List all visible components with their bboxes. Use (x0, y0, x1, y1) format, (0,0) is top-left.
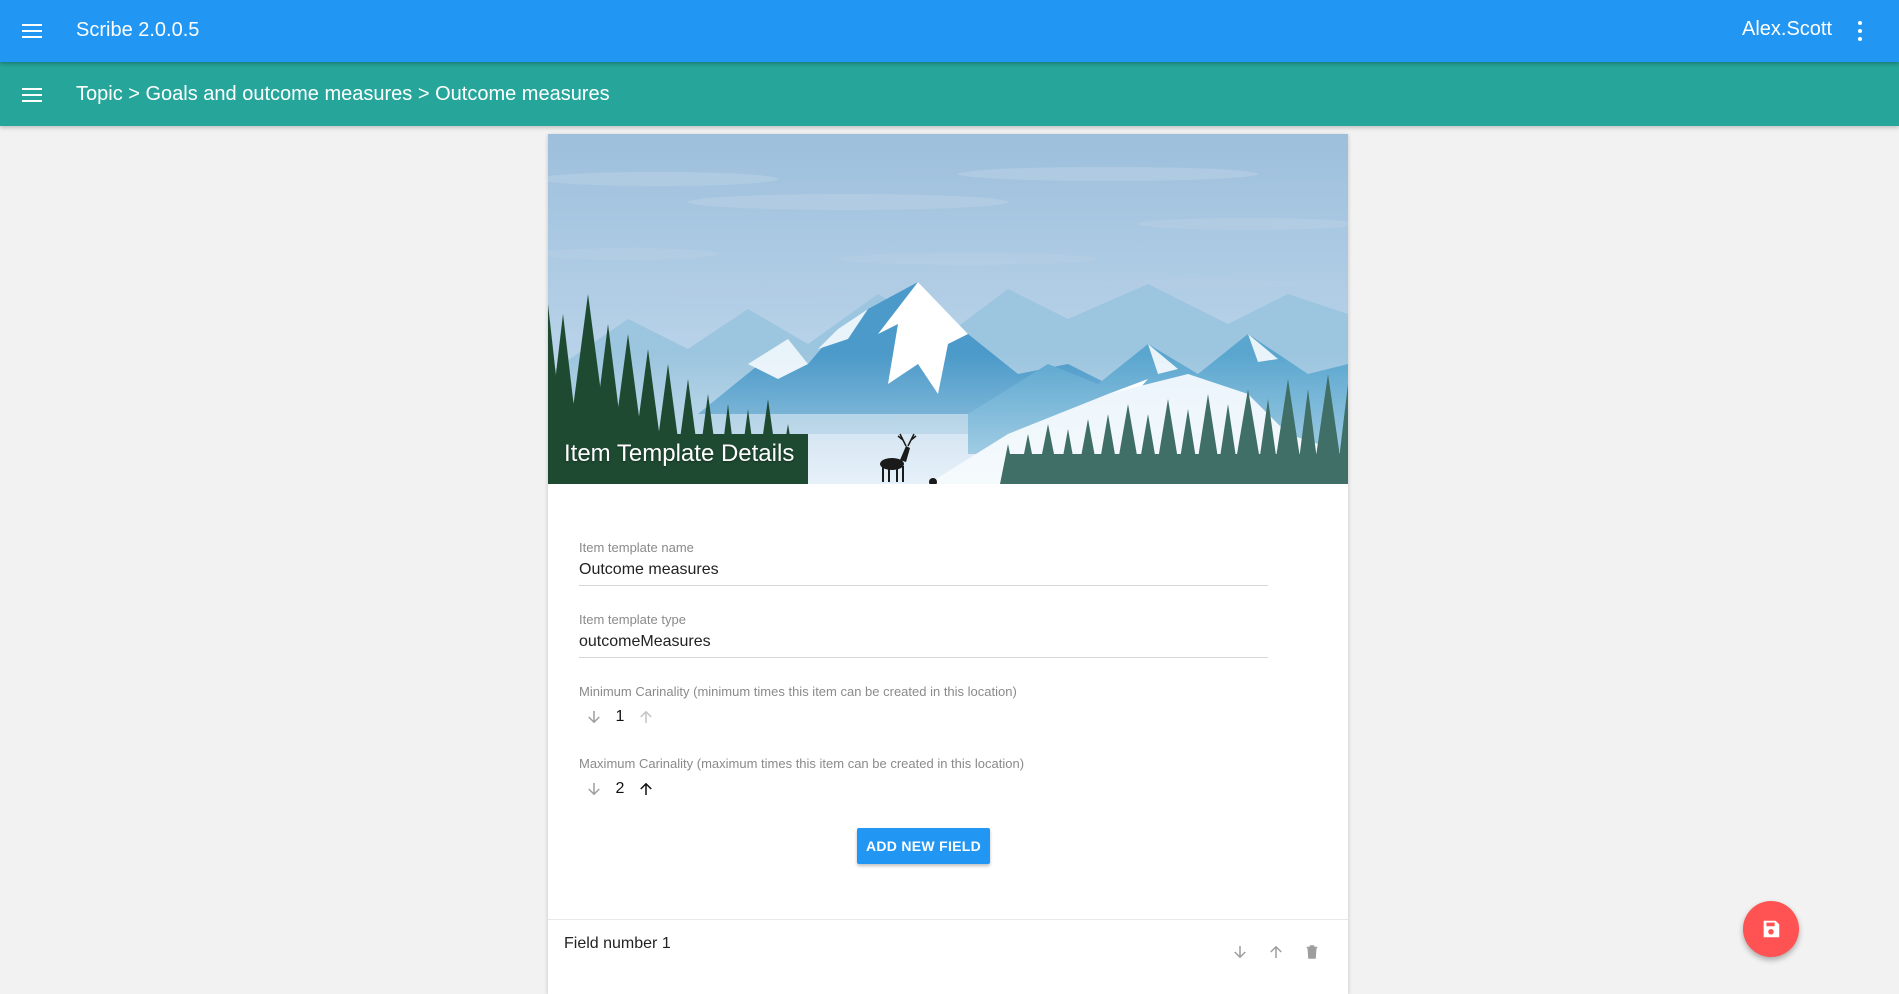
field-row-title: Field number 1 (564, 935, 671, 952)
divider (548, 919, 1348, 920)
item-template-card: Item Template Details Item template name… (548, 134, 1348, 994)
item-template-name-input[interactable] (579, 557, 1268, 586)
menu-icon[interactable] (17, 16, 47, 46)
more-vert-icon[interactable] (1850, 18, 1870, 44)
minimum-cardinality-value: 1 (615, 708, 625, 725)
item-template-type-input[interactable] (579, 629, 1268, 658)
arrow-down-icon[interactable] (1228, 940, 1252, 964)
field-row-actions (1228, 940, 1324, 964)
topic-menu-icon[interactable] (17, 80, 47, 110)
breadcrumb-bar: Topic > Goals and outcome measures > Out… (0, 62, 1899, 126)
save-button[interactable] (1743, 901, 1799, 957)
mountain-illustration (548, 134, 1348, 484)
item-template-name-label: Item template name (579, 540, 694, 555)
maximum-cardinality-label: Maximum Carinality (maximum times this i… (579, 756, 1025, 771)
minimum-cardinality-label: Minimum Carinality (minimum times this i… (579, 684, 1017, 699)
card-title: Item Template Details (564, 440, 795, 467)
maximum-cardinality-value: 2 (615, 780, 625, 797)
item-template-name-field: Item template name (579, 540, 1268, 586)
maximum-cardinality-stepper: 2 (582, 777, 658, 801)
user-name[interactable]: Alex.Scott (1742, 18, 1832, 41)
arrow-up-icon[interactable] (1264, 940, 1288, 964)
save-icon (1763, 920, 1780, 938)
mountain-header-image: Item Template Details (548, 134, 1348, 484)
app-bar: Scribe 2.0.0.5 Alex.Scott (0, 0, 1899, 62)
add-new-field-button[interactable]: ADD NEW FIELD (857, 828, 990, 864)
item-template-type-label: Item template type (579, 612, 686, 627)
breadcrumb: Topic > Goals and outcome measures > Out… (76, 83, 610, 105)
delete-icon[interactable] (1300, 940, 1324, 964)
minimum-cardinality-stepper: 1 (582, 705, 658, 729)
arrow-up-icon[interactable] (634, 777, 658, 801)
item-template-type-field: Item template type (579, 612, 1268, 658)
app-title: Scribe 2.0.0.5 (76, 19, 200, 41)
arrow-up-icon[interactable] (634, 705, 658, 729)
arrow-down-icon[interactable] (582, 777, 606, 801)
arrow-down-icon[interactable] (582, 705, 606, 729)
